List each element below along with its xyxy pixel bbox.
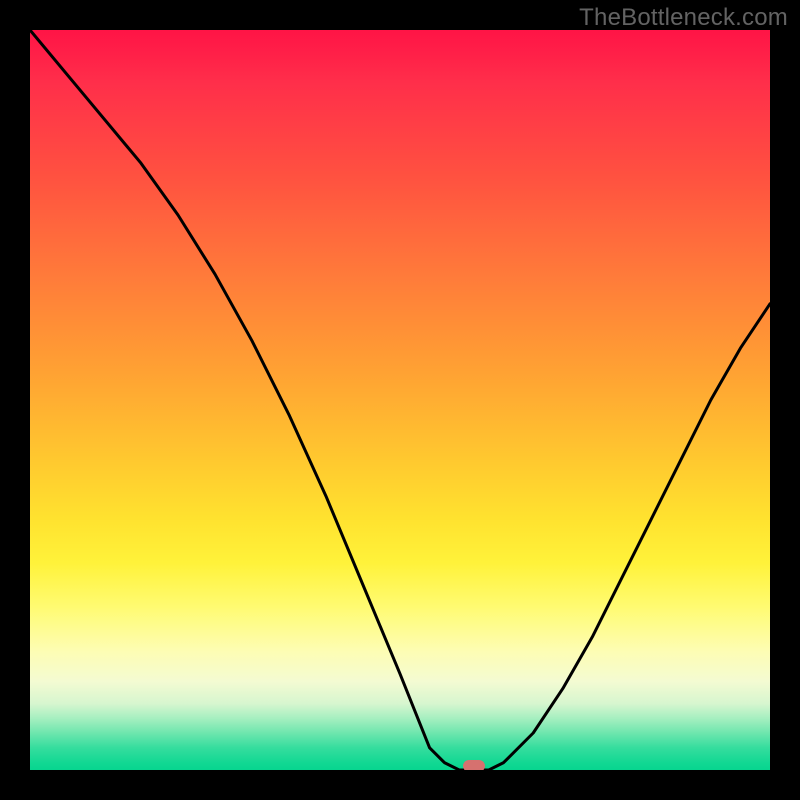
bottleneck-curve — [30, 30, 770, 770]
chart-frame: TheBottleneck.com — [0, 0, 800, 800]
watermark-text: TheBottleneck.com — [579, 4, 788, 32]
plot-area — [30, 30, 770, 770]
curve-path — [30, 30, 770, 770]
optimum-marker — [463, 760, 485, 770]
